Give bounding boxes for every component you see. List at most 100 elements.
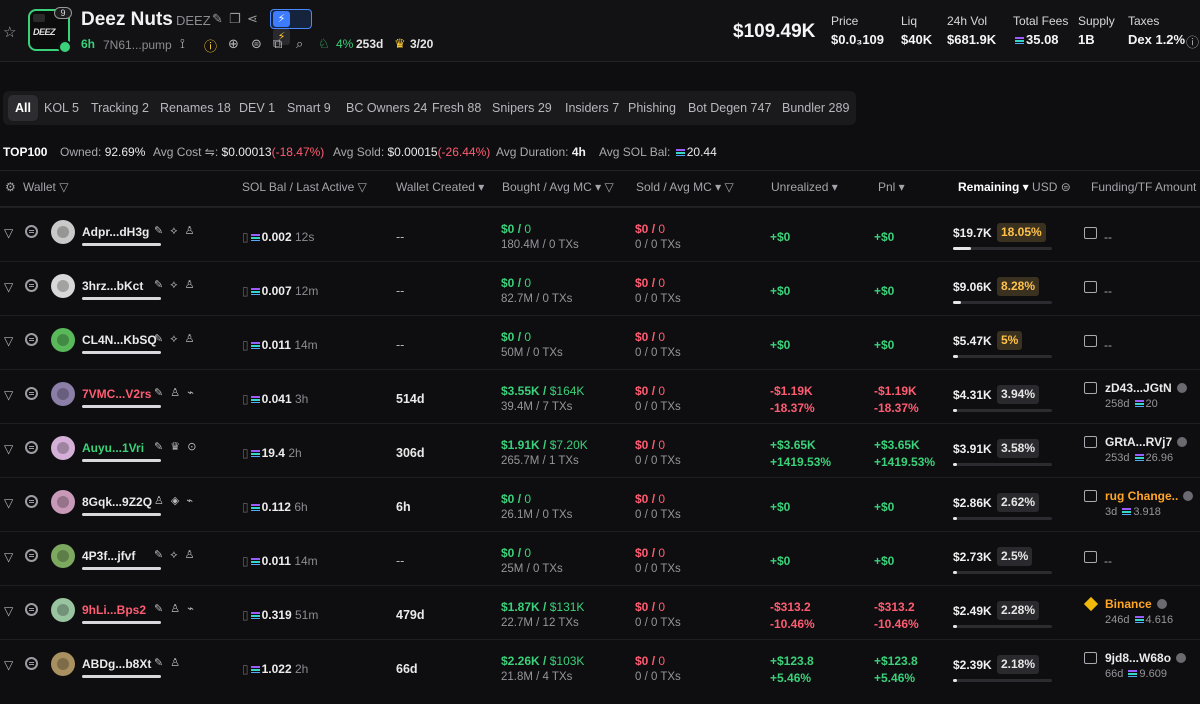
col-sold[interactable]: Sold / Avg MC ▾ ▽ (636, 180, 734, 194)
search-icon[interactable]: ⌕ (296, 36, 303, 52)
wallet-tag-icons[interactable]: ✎ ♙ ⌁ (154, 386, 196, 399)
wallet-address[interactable]: Adpr...dH3g (82, 225, 149, 239)
funding-icon[interactable] (1084, 490, 1097, 502)
col-sol-bal[interactable]: SOL Bal / Last Active ▽ (242, 180, 367, 194)
tab-bundler[interactable]: Bundler 289 (775, 95, 856, 121)
menu-icon[interactable] (25, 495, 38, 508)
wallet-address[interactable]: 8Gqk...9Z2Q (82, 495, 152, 509)
col-unrealized[interactable]: Unrealized ▾ (771, 180, 838, 194)
avatar[interactable] (51, 274, 75, 298)
table-row[interactable]: ▽ 9hLi...Bps2 ✎ ♙ ⌁ ▯ 0.319 51m 479d $1.8… (0, 585, 1200, 639)
col-remaining[interactable]: Remaining ▾ USD ⊜ (958, 180, 1071, 194)
token-address[interactable]: 7N61...pump (103, 38, 172, 52)
funding-source[interactable]: Binance (1105, 597, 1167, 611)
tab-renames[interactable]: Renames 18 (153, 95, 238, 121)
telegram-icon[interactable]: ⊜ (251, 36, 262, 52)
col-wallet-created[interactable]: Wallet Created ▾ (396, 180, 484, 194)
menu-icon[interactable] (25, 549, 38, 562)
menu-icon[interactable] (25, 603, 38, 616)
tab-phishing[interactable]: Phishing (621, 95, 683, 121)
star-icon[interactable]: ☆ (3, 23, 16, 41)
avatar[interactable] (51, 652, 75, 676)
col-pnl[interactable]: Pnl ▾ (878, 180, 905, 194)
avatar[interactable] (51, 544, 75, 568)
col-bought[interactable]: Bought / Avg MC ▾ ▽ (502, 180, 614, 194)
tab-tracking[interactable]: Tracking 2 (84, 95, 156, 121)
wallet-address[interactable]: 3hrz...bKct (82, 279, 143, 293)
wallet-tag-icons[interactable]: ♙ ◈ ⌁ (154, 494, 195, 507)
tab-kol[interactable]: KOL 5 (37, 95, 86, 121)
funding-icon[interactable] (1084, 652, 1097, 664)
tab-fresh[interactable]: Fresh 88 (425, 95, 488, 121)
wallet-tag-icons[interactable]: ✎ ⟡ ♙ (154, 224, 196, 238)
wallet-tag-icons[interactable]: ✎ ♙ (154, 656, 182, 669)
avatar[interactable] (51, 490, 75, 514)
col-funding[interactable]: Funding/TF Amount (1091, 180, 1196, 194)
tab-snipers[interactable]: Snipers 29 (485, 95, 559, 121)
menu-icon[interactable] (25, 387, 38, 400)
pump-launch-icon[interactable]: ⟟ (180, 36, 185, 52)
filter-icon[interactable]: ▽ (4, 388, 13, 402)
wallet-address[interactable]: 7VMC...V2rs (82, 387, 151, 401)
wallet-address[interactable]: Auyu...1Vri (82, 441, 144, 455)
share-icon[interactable]: ⋖ (247, 11, 258, 27)
avatar[interactable] (51, 598, 75, 622)
filter-icon[interactable]: ▽ (4, 442, 13, 456)
avatar[interactable] (51, 328, 75, 352)
wallet-tag-icons[interactable]: ✎ ♙ ⌁ (154, 602, 196, 615)
taxes-info-icon[interactable]: ⓘ (1186, 32, 1199, 51)
avatar[interactable] (51, 436, 75, 460)
filter-icon[interactable]: ▽ (4, 604, 13, 618)
table-row[interactable]: ▽ Auyu...1Vri ✎ ♛ ⊙ ▯ 19.4 2h 306d $1.91K… (0, 423, 1200, 477)
tab-bot-degen[interactable]: Bot Degen 747 (681, 95, 778, 121)
wallet-address[interactable]: CL4N...KbSQ (82, 333, 157, 347)
funding-source[interactable]: rug Change.. (1105, 489, 1194, 503)
col-wallet[interactable]: Wallet ▽ (23, 180, 68, 194)
wallet-address[interactable]: 9hLi...Bps2 (82, 603, 146, 617)
menu-icon[interactable] (25, 333, 38, 346)
funding-icon[interactable] (1084, 382, 1097, 394)
chart-icon[interactable]: ⧉ (273, 36, 282, 52)
tab-dev[interactable]: DEV 1 (232, 95, 282, 121)
menu-icon[interactable] (25, 279, 38, 292)
table-row[interactable]: ▽ 4P3f...jfvf ✎ ⟡ ♙ ▯ 0.011 14m -- $0 / 0… (0, 531, 1200, 585)
settings-icon[interactable]: ⚙ (5, 180, 16, 194)
funding-source[interactable]: zD43...JGtN (1105, 381, 1187, 395)
wallet-tag-icons[interactable]: ✎ ⟡ ♙ (154, 548, 196, 562)
tab-insiders[interactable]: Insiders 7 (558, 95, 626, 121)
warning-icon[interactable]: ⓘ (204, 36, 217, 55)
funding-icon[interactable] (1084, 281, 1097, 293)
menu-icon[interactable] (25, 657, 38, 670)
funding-source[interactable]: GRtA...RVj7 (1105, 435, 1188, 449)
wallet-address[interactable]: 4P3f...jfvf (82, 549, 135, 563)
table-row[interactable]: ▽ 7VMC...V2rs ✎ ♙ ⌁ ▯ 0.041 3h 514d $3.55… (0, 369, 1200, 423)
tab-bc-owners[interactable]: BC Owners 24 (339, 95, 434, 121)
wallet-tag-icons[interactable]: ✎ ♛ ⊙ (154, 440, 198, 453)
tab-all[interactable]: All (8, 95, 38, 121)
table-row[interactable]: ▽ Adpr...dH3g ✎ ⟡ ♙ ▯ 0.002 12s -- $0 / 0… (0, 207, 1200, 261)
filter-icon[interactable]: ▽ (4, 334, 13, 348)
funding-source[interactable]: 9jd8...W68o (1105, 651, 1187, 665)
avatar[interactable] (51, 220, 75, 244)
filter-icon[interactable]: ▽ (4, 658, 13, 672)
tab-smart[interactable]: Smart 9 (280, 95, 338, 121)
funding-icon[interactable] (1084, 335, 1097, 347)
copy-icon[interactable]: ❐ (229, 11, 241, 27)
funding-icon[interactable] (1084, 436, 1097, 448)
table-row[interactable]: ▽ CL4N...KbSQ ✎ ⟡ ♙ ▯ 0.011 14m -- $0 / 0… (0, 315, 1200, 369)
filter-icon[interactable]: ▽ (4, 496, 13, 510)
wallet-tag-icons[interactable]: ✎ ⟡ ♙ (154, 278, 196, 292)
bolt-blue-icon[interactable]: ⚡ (273, 11, 290, 27)
table-row[interactable]: ▽ 8Gqk...9Z2Q ♙ ◈ ⌁ ▯ 0.112 6h 6h $0 / 0 … (0, 477, 1200, 531)
filter-icon[interactable]: ▽ (4, 226, 13, 240)
funding-icon[interactable] (1084, 551, 1097, 563)
menu-icon[interactable] (25, 441, 38, 454)
edit-icon[interactable]: ✎ (212, 11, 223, 27)
quick-buy-pill[interactable]: ⚡⚡ (270, 9, 312, 45)
avatar[interactable] (51, 382, 75, 406)
funding-icon[interactable] (1084, 227, 1097, 239)
menu-icon[interactable] (25, 225, 38, 238)
filter-icon[interactable]: ▽ (4, 550, 13, 564)
table-row[interactable]: ▽ ABDg...b8Xt ✎ ♙ ▯ 1.022 2h 66d $2.26K /… (0, 639, 1200, 693)
wallet-tag-icons[interactable]: ✎ ⟡ ♙ (154, 332, 196, 346)
